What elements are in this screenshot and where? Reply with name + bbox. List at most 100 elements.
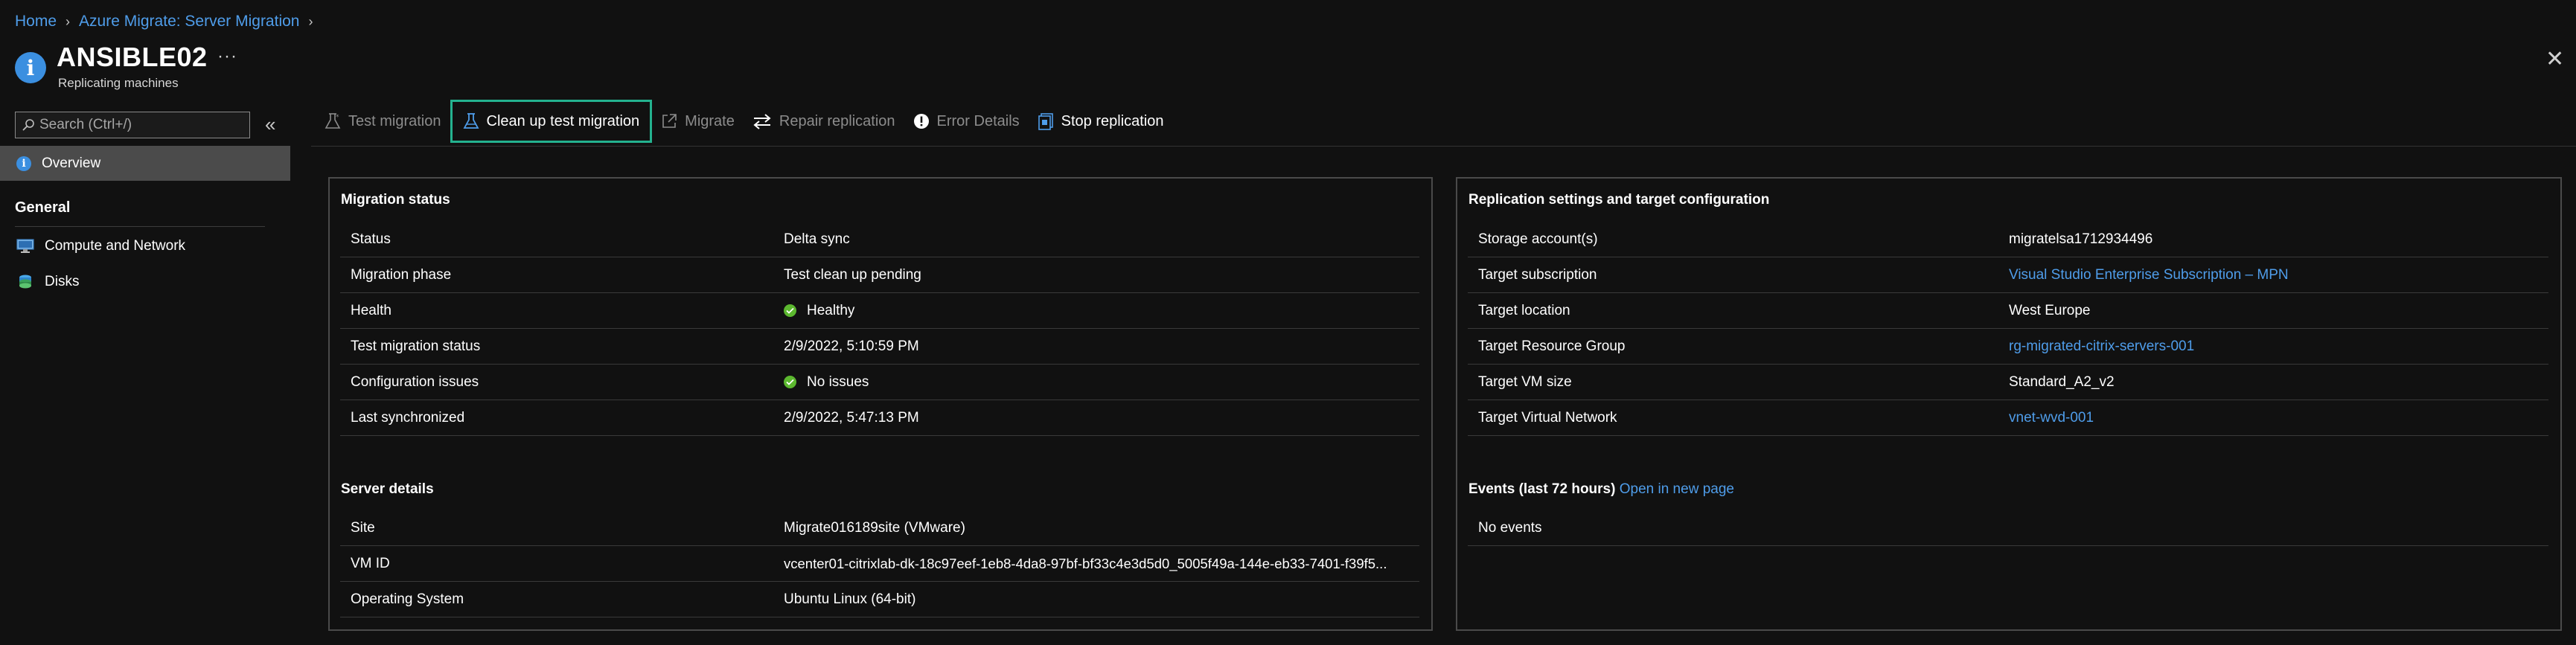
configuration-issues-value: No issues [807, 373, 869, 390]
health-row: Health Healthy [340, 293, 1419, 329]
row-value: Delta sync [784, 231, 850, 247]
row-key: Test migration status [351, 338, 481, 354]
error-details-button[interactable]: Error Details [904, 100, 1029, 143]
exclamation-icon [913, 113, 930, 129]
row-key: Target location [1478, 302, 1570, 318]
row-value: vcenter01-citrixlab-dk-18c97eef-1eb8-4da… [784, 555, 1387, 571]
clean-up-test-migration-button[interactable]: Clean up test migration [450, 100, 653, 143]
migration-phase-row: Migration phase Test clean up pending [340, 257, 1419, 293]
row-key: Status [351, 231, 391, 247]
page-subtitle: Replicating machines [58, 76, 179, 90]
migrate-button[interactable]: Migrate [652, 100, 744, 143]
button-label: Error Details [936, 112, 1020, 129]
sidebar-item-label: Overview [42, 155, 101, 171]
button-label: Test migration [348, 112, 441, 129]
target-resource-group-link[interactable]: rg-migrated-citrix-servers-001 [2009, 338, 2194, 355]
sidebar-item-disks[interactable]: Disks [16, 267, 79, 297]
sidebar-item-label: Disks [45, 274, 80, 289]
open-in-new-page-link[interactable]: Open in new page [1620, 481, 1734, 497]
events-empty-row: No events [1468, 510, 2548, 546]
test-migration-button[interactable]: * Test migration [316, 100, 450, 143]
close-button[interactable]: ✕ [2545, 46, 2564, 72]
check-icon [784, 376, 796, 388]
chevron-right-icon: › [65, 13, 71, 29]
section-heading-general: General [15, 199, 71, 216]
events-heading: Events (last 72 hours) Open in new page [1468, 481, 1734, 498]
chevron-right-icon: › [308, 13, 313, 29]
row-key: Migration phase [351, 266, 452, 283]
row-key: Storage account(s) [1478, 231, 1598, 247]
row-key: Target VM size [1478, 373, 1572, 390]
row-key: Target Virtual Network [1478, 409, 1617, 426]
row-value: migratelsa1712934496 [2009, 231, 2153, 247]
search-input[interactable] [39, 117, 240, 133]
row-key: Health [351, 302, 391, 318]
replication-settings-card: Replication settings and target configur… [1456, 177, 2562, 631]
stop-replication-button[interactable]: Stop replication [1029, 100, 1173, 143]
row-key: Target subscription [1478, 266, 1597, 283]
row-key: VM ID [351, 555, 390, 571]
row-value: 2/9/2022, 5:47:13 PM [784, 409, 919, 426]
replication-settings-heading: Replication settings and target configur… [1468, 192, 1770, 208]
search-box [15, 112, 250, 138]
events-heading-text: Events (last 72 hours) [1468, 481, 1616, 497]
last-synchronized-row: Last synchronized 2/9/2022, 5:47:13 PM [340, 400, 1419, 436]
divider [15, 226, 265, 227]
row-value: Test clean up pending [784, 266, 921, 283]
target-virtual-network-row: Target Virtual Network vnet-wvd-001 [1468, 400, 2548, 436]
target-location-row: Target location West Europe [1468, 293, 2548, 329]
row-key: Operating System [351, 591, 464, 607]
sidebar-item-compute-and-network[interactable]: Compute and Network [16, 231, 185, 261]
row-value: 2/9/2022, 5:10:59 PM [784, 338, 919, 354]
button-label: Repair replication [779, 112, 895, 129]
no-events-text: No events [1478, 519, 1542, 536]
row-value: Ubuntu Linux (64-bit) [784, 591, 916, 607]
row-key: Site [351, 519, 375, 536]
sidebar-item-overview[interactable]: i Overview [0, 146, 290, 181]
server-details-heading: Server details [341, 481, 434, 497]
row-key: Configuration issues [351, 373, 479, 390]
row-value: Migrate016189site (VMware) [784, 519, 965, 536]
migration-status-heading: Migration status [341, 192, 450, 208]
repair-arrows-icon [752, 113, 772, 129]
disks-icon [16, 274, 34, 290]
collapse-sidebar-button[interactable]: « [265, 113, 275, 136]
breadcrumb: Home › Azure Migrate: Server Migration › [15, 12, 322, 31]
row-value: Healthy [784, 303, 854, 319]
test-migration-status-row: Test migration status 2/9/2022, 5:10:59 … [340, 329, 1419, 365]
info-icon: i [15, 52, 46, 83]
row-key: Last synchronized [351, 409, 465, 426]
row-value: No issues [784, 374, 869, 391]
check-icon [784, 304, 796, 317]
row-key: Target Resource Group [1478, 338, 1626, 354]
more-options-button[interactable]: ··· [217, 46, 237, 67]
target-resource-group-row: Target Resource Group rg-migrated-citrix… [1468, 329, 2548, 365]
target-subscription-link[interactable]: Visual Studio Enterprise Subscription – … [2009, 267, 2289, 283]
sidebar-item-label: Compute and Network [45, 238, 186, 254]
storage-account-row: Storage account(s) migratelsa1712934496 [1468, 222, 2548, 257]
repair-replication-button[interactable]: Repair replication [744, 100, 904, 143]
migration-status-row: Status Delta sync [340, 222, 1419, 257]
breadcrumb-server-migration[interactable]: Azure Migrate: Server Migration [79, 13, 299, 31]
breadcrumb-home[interactable]: Home [15, 13, 57, 31]
monitor-icon [16, 239, 34, 254]
flask-icon: * [325, 112, 341, 130]
svg-text:*: * [336, 114, 339, 121]
target-vm-size-row: Target VM size Standard_A2_v2 [1468, 365, 2548, 400]
target-virtual-network-link[interactable]: vnet-wvd-001 [2009, 410, 2094, 426]
button-label: Migrate [685, 112, 735, 129]
site-row: Site Migrate016189site (VMware) [340, 510, 1419, 546]
operating-system-row: Operating System Ubuntu Linux (64-bit) [340, 582, 1419, 617]
migration-status-card: Migration status Status Delta sync Migra… [328, 177, 1433, 631]
command-bar: * Test migration Clean up test migration… [316, 100, 1173, 143]
health-value: Healthy [807, 302, 855, 318]
stop-replication-icon [1038, 112, 1054, 130]
vm-id-row: VM ID vcenter01-citrixlab-dk-18c97eef-1e… [340, 546, 1419, 582]
flask-cleanup-icon [462, 112, 479, 130]
configuration-issues-row: Configuration issues No issues [340, 365, 1419, 400]
row-value: West Europe [2009, 302, 2091, 318]
page-title: ANSIBLE02 [57, 42, 208, 72]
row-value: Standard_A2_v2 [2009, 373, 2115, 390]
button-label: Clean up test migration [486, 112, 640, 129]
target-subscription-row: Target subscription Visual Studio Enterp… [1468, 257, 2548, 293]
